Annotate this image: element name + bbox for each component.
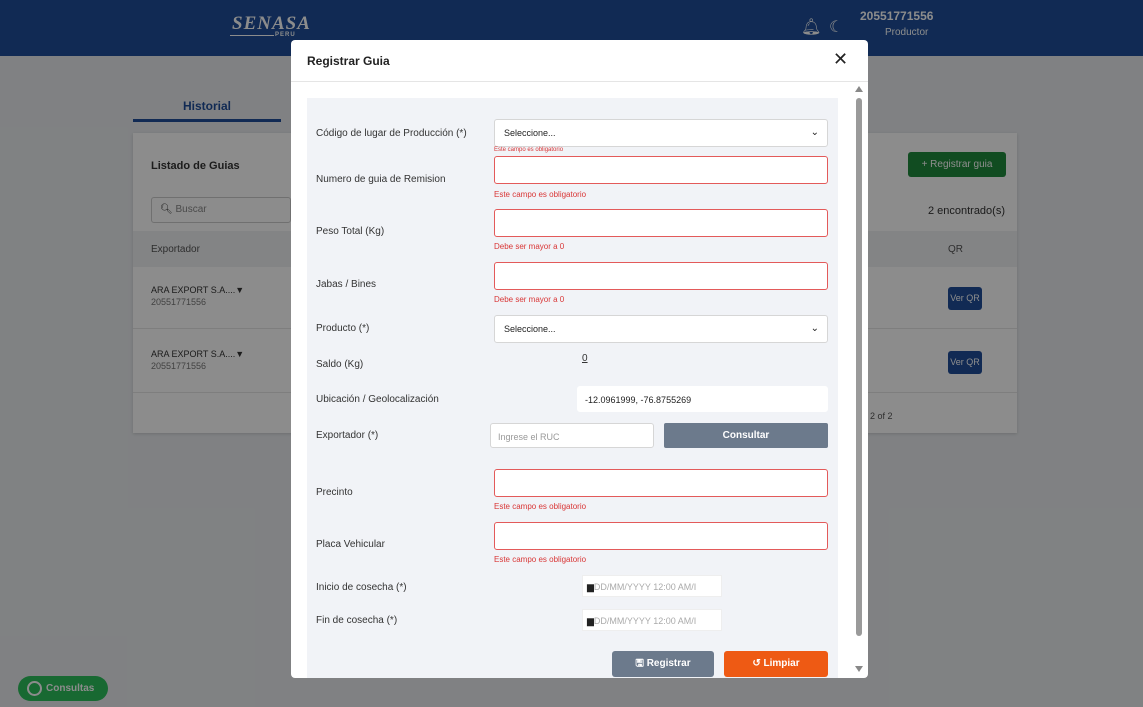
guia-form: Código de lugar de Producción (*) Selecc… — [307, 98, 838, 678]
codigo-select-value: Seleccione... — [504, 128, 556, 138]
chevron-down-icon: ⌄ — [810, 323, 819, 334]
consultar-button[interactable]: Consultar — [664, 423, 828, 448]
ruc-input[interactable]: Ingrese el RUC — [490, 423, 654, 448]
scroll-thumb[interactable] — [856, 98, 862, 636]
peso-total-input[interactable] — [494, 209, 828, 237]
peso-error: Debe ser mayor a 0 — [494, 242, 565, 251]
label-inicio: Inicio de cosecha (*) — [316, 582, 407, 593]
scroll-down-icon[interactable] — [855, 666, 863, 672]
fin-cosecha-datepicker[interactable]: ▆DD/MM/YYYY 12:00 AM/I — [582, 609, 722, 631]
modal-scrollbar[interactable] — [853, 84, 865, 676]
label-jabas: Jabas / Bines — [316, 279, 377, 290]
modal-header: Registrar Guia ✕ — [291, 40, 868, 82]
jabas-error: Debe ser mayor a 0 — [494, 295, 565, 304]
codigo-select[interactable]: Seleccione... ⌄ — [494, 119, 828, 147]
inicio-date-placeholder: DD/MM/YYYY 12:00 AM/I — [593, 582, 697, 592]
limpiar-label: Limpiar — [763, 658, 800, 669]
guia-remision-input[interactable] — [494, 156, 828, 184]
chevron-down-icon: ⌄ — [810, 127, 819, 138]
codigo-error: Este campo es obligatorio — [494, 147, 564, 153]
close-icon[interactable]: ✕ — [833, 50, 848, 68]
inicio-cosecha-datepicker[interactable]: ▆DD/MM/YYYY 12:00 AM/I — [582, 575, 722, 597]
placa-vehicular-input[interactable] — [494, 522, 828, 550]
placa-error: Este campo es obligatorio — [494, 555, 587, 564]
ubicacion-input[interactable]: -12.0961999, -76.8755269 — [577, 386, 828, 412]
label-exportador: Exportador (*) — [316, 430, 379, 441]
limpiar-button[interactable]: ↺ Limpiar — [724, 651, 828, 677]
label-ubicacion: Ubicación / Geolocalización — [316, 394, 439, 405]
modal-title: Registrar Guia — [307, 54, 390, 68]
calendar-icon: ▆ — [587, 582, 594, 592]
label-producto: Producto (*) — [316, 323, 370, 334]
guia-error: Este campo es obligatorio — [494, 190, 587, 199]
scroll-up-icon[interactable] — [855, 86, 863, 92]
label-peso: Peso Total (Kg) — [316, 226, 385, 237]
precinto-input[interactable] — [494, 469, 828, 497]
label-placa: Placa Vehicular — [316, 539, 385, 550]
precinto-error: Este campo es obligatorio — [494, 502, 587, 511]
saldo-value: 0 — [582, 353, 588, 364]
save-icon: 🖫︎ — [635, 658, 644, 669]
label-fin: Fin de cosecha (*) — [316, 615, 398, 626]
label-saldo: Saldo (Kg) — [316, 359, 364, 370]
label-codigo: Código de lugar de Producción (*) — [316, 128, 467, 139]
label-precinto: Precinto — [316, 487, 353, 498]
calendar-icon: ▆ — [587, 616, 594, 626]
reset-icon: ↺ — [752, 658, 761, 669]
label-guia: Numero de guia de Remision — [316, 174, 446, 185]
registrar-guia-modal: Registrar Guia ✕ Código de lugar de Prod… — [291, 40, 868, 678]
producto-select[interactable]: Seleccione... ⌄ — [494, 315, 828, 343]
jabas-bines-input[interactable] — [494, 262, 828, 290]
registrar-button[interactable]: 🖫︎ Registrar — [612, 651, 714, 677]
producto-select-value: Seleccione... — [504, 324, 556, 334]
registrar-label: Registrar — [646, 658, 691, 669]
fin-date-placeholder: DD/MM/YYYY 12:00 AM/I — [593, 616, 697, 626]
